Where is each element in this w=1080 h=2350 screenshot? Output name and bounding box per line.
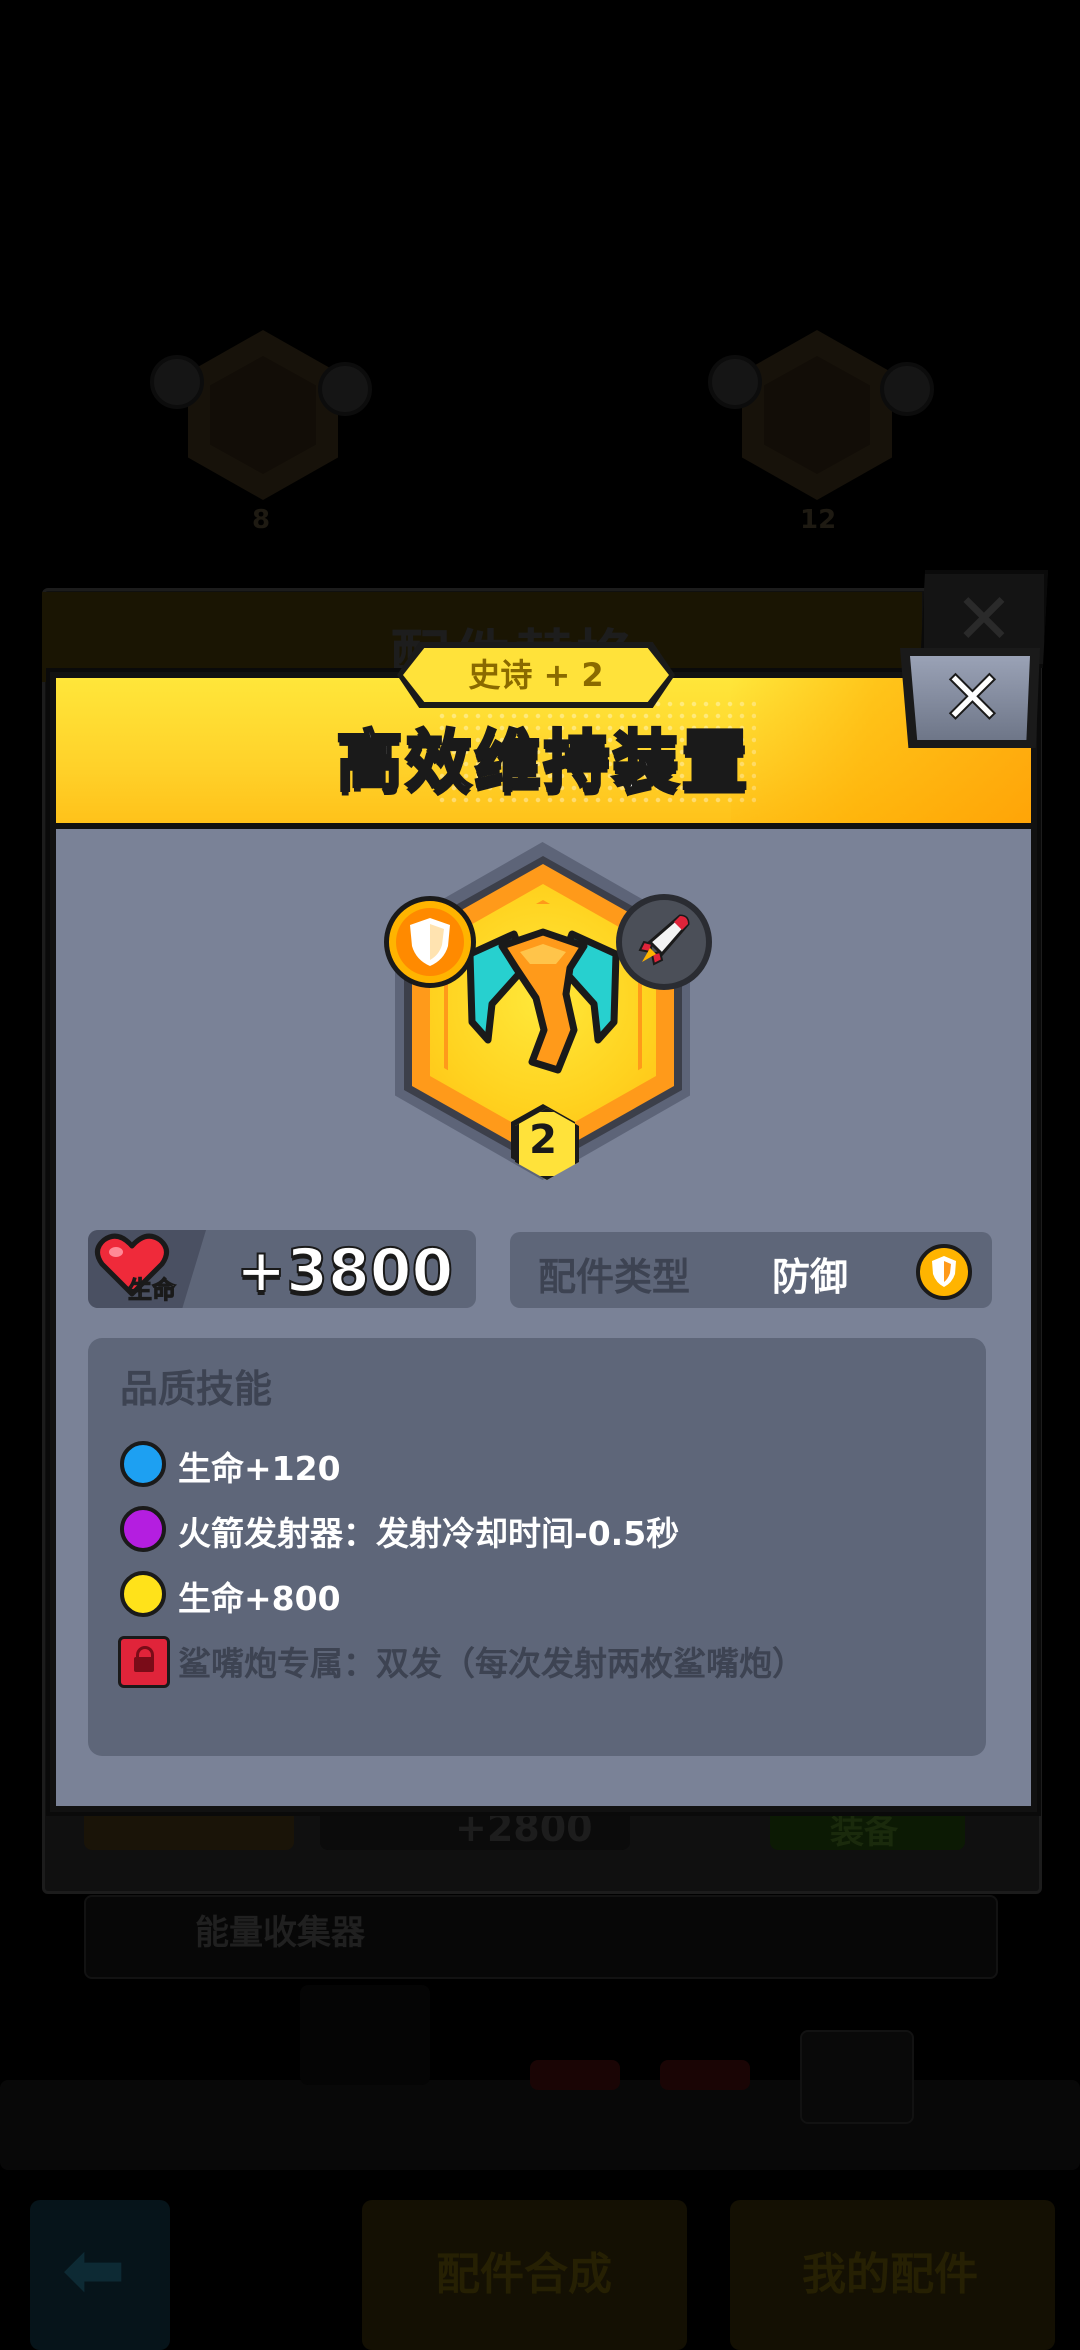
skill-item-locked: 鲨嘴炮专属：双发（每次发射两枚鲨嘴炮） bbox=[178, 1644, 805, 1683]
armor-part-icon bbox=[466, 928, 620, 1074]
bg-part-slot-right bbox=[742, 330, 892, 500]
bg-slot-right-badge-right bbox=[880, 362, 934, 416]
popup-title: 高效维持装置 bbox=[335, 722, 751, 802]
shield-icon bbox=[410, 918, 450, 966]
part-type-value: 防御 bbox=[772, 1255, 849, 1299]
bg-robot-left bbox=[300, 1985, 430, 2085]
bg-my-parts-label: 我的配件 bbox=[802, 2249, 978, 2300]
part-level: 2 bbox=[529, 1117, 557, 1163]
bg-back-arrow-icon: ⬅ bbox=[62, 2225, 126, 2314]
lock-icon bbox=[118, 1636, 170, 1688]
skill-dot-blue bbox=[120, 1441, 166, 1487]
close-icon[interactable]: ✕ bbox=[910, 648, 1035, 748]
bg-row-value: +2800 bbox=[455, 1806, 593, 1850]
skill-item: 生命+120 bbox=[178, 1449, 341, 1488]
skill-dot-purple bbox=[120, 1506, 166, 1552]
hp-value: +3800 bbox=[235, 1235, 454, 1307]
bg-robot-right bbox=[800, 2030, 914, 2124]
skill-dot-yellow bbox=[120, 1571, 166, 1617]
skill-item: 火箭发射器：发射冷却时间-0.5秒 bbox=[178, 1514, 680, 1553]
bg-slot-right-badge bbox=[708, 355, 762, 409]
part-type-label: 配件类型 bbox=[538, 1255, 691, 1299]
bg-robot-base bbox=[0, 2080, 1080, 2170]
bg-robot-mid2 bbox=[660, 2060, 750, 2090]
rarity-label: 史诗 + 2 bbox=[468, 656, 604, 694]
bg-energy-label: 能量收集器 bbox=[195, 1913, 365, 1953]
bg-slot-left-level: 8 bbox=[252, 505, 271, 535]
bg-slot-right-level: 12 bbox=[800, 505, 837, 535]
rocket-icon bbox=[638, 914, 690, 966]
part-type-icon bbox=[916, 1244, 972, 1300]
bg-slot-left-badge bbox=[150, 355, 204, 409]
bg-robot-mid bbox=[530, 2060, 620, 2090]
bg-synthesis-label: 配件合成 bbox=[436, 2249, 612, 2300]
shield-icon bbox=[932, 1256, 956, 1287]
bg-slot-left-badge-right bbox=[318, 362, 372, 416]
skill-item: 生命+800 bbox=[178, 1579, 341, 1618]
hp-label: 生命 bbox=[128, 1276, 177, 1305]
quality-skills-title: 品质技能 bbox=[120, 1367, 273, 1411]
bg-part-slot-left bbox=[188, 330, 338, 500]
